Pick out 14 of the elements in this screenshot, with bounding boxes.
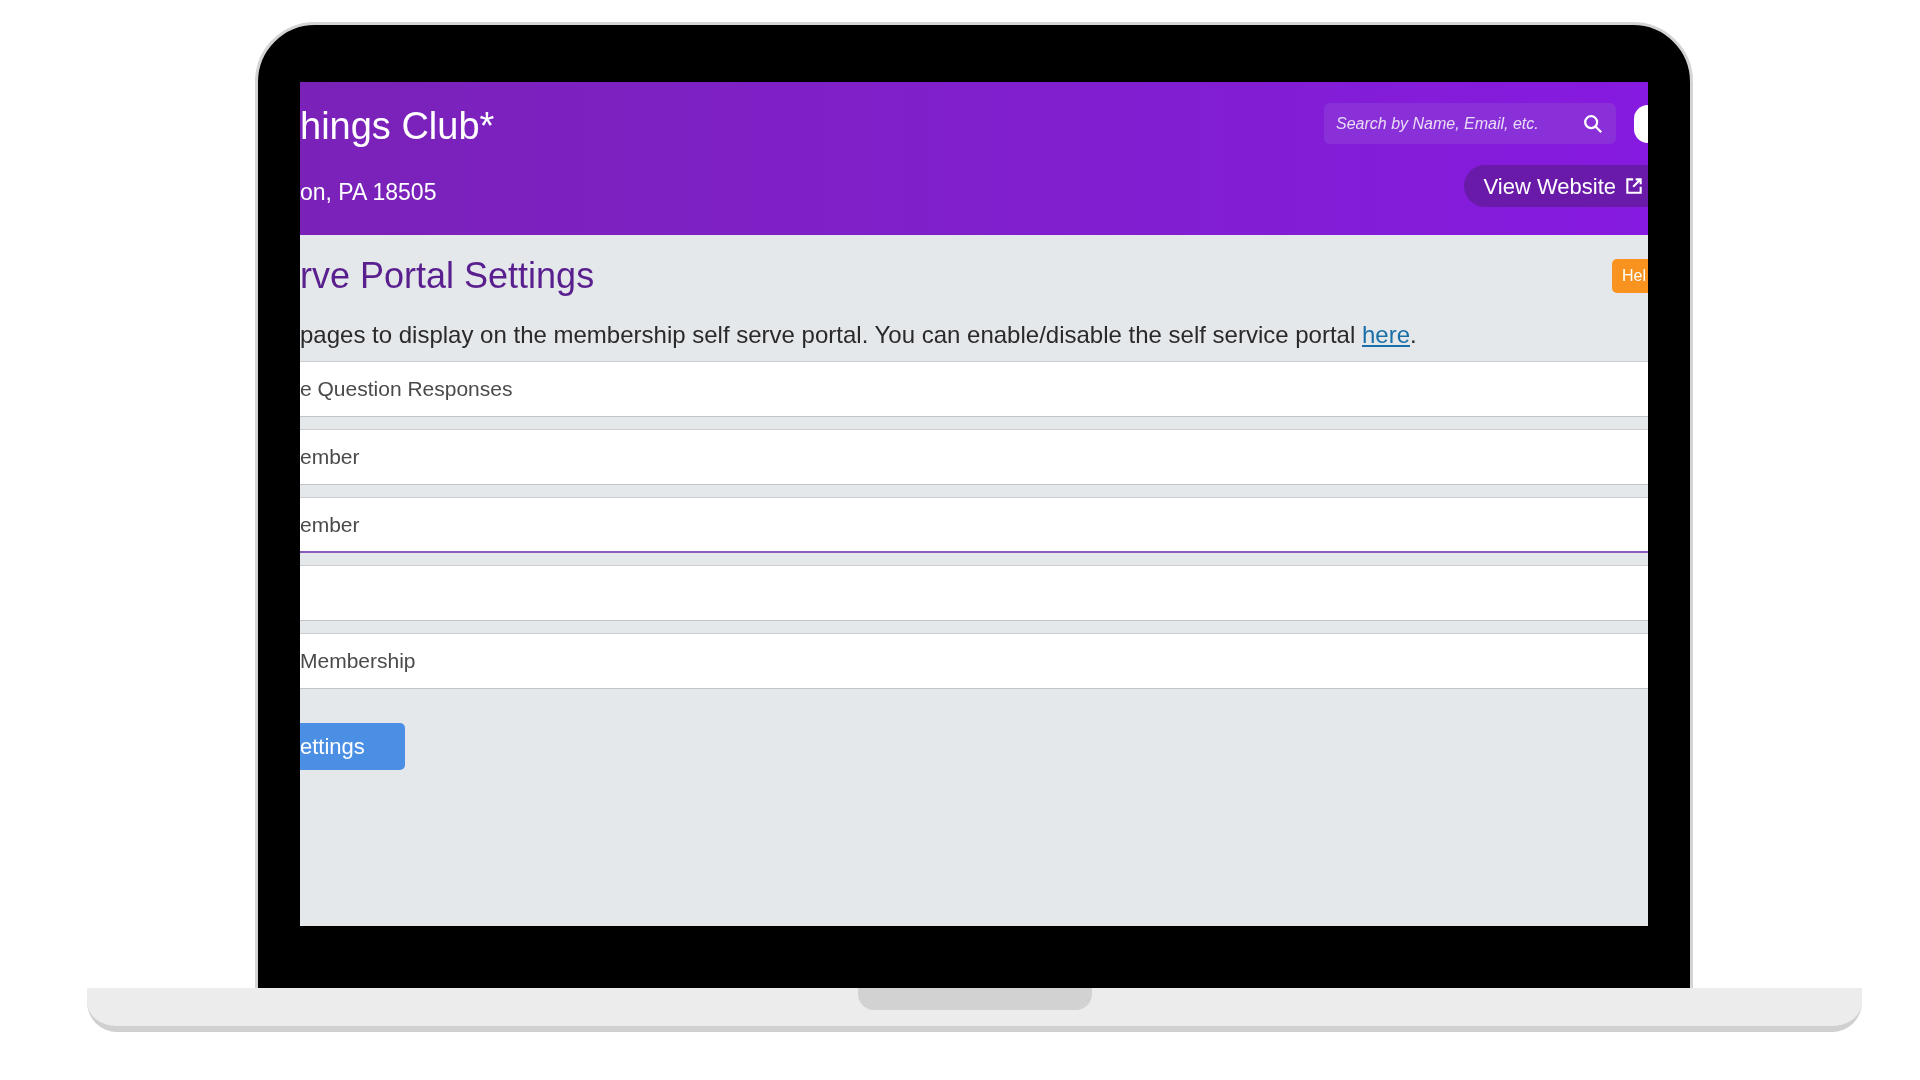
page-option-row[interactable]: ember bbox=[300, 429, 1648, 485]
description-text: pages to display on the membership self serve portal. You can enable/disable the self service portal here. bbox=[300, 320, 1418, 350]
avatar[interactable] bbox=[1634, 104, 1648, 143]
external-link-icon bbox=[1624, 176, 1644, 196]
page-heading: rve Portal Settings bbox=[300, 254, 595, 298]
view-website-button[interactable]: View Website bbox=[1463, 165, 1648, 207]
search-icon[interactable] bbox=[1582, 113, 1604, 135]
club-address: on, PA 18505 bbox=[300, 178, 438, 207]
here-link[interactable]: here bbox=[1361, 321, 1410, 348]
page-option-row[interactable]: ember bbox=[300, 497, 1648, 553]
page-option-row[interactable]: e Question Responses bbox=[300, 361, 1648, 417]
page-option-row[interactable]: Membership bbox=[300, 633, 1648, 689]
club-title: hings Club* bbox=[300, 104, 495, 149]
search-field[interactable]: Search by Name, Email, etc. bbox=[1324, 103, 1616, 144]
